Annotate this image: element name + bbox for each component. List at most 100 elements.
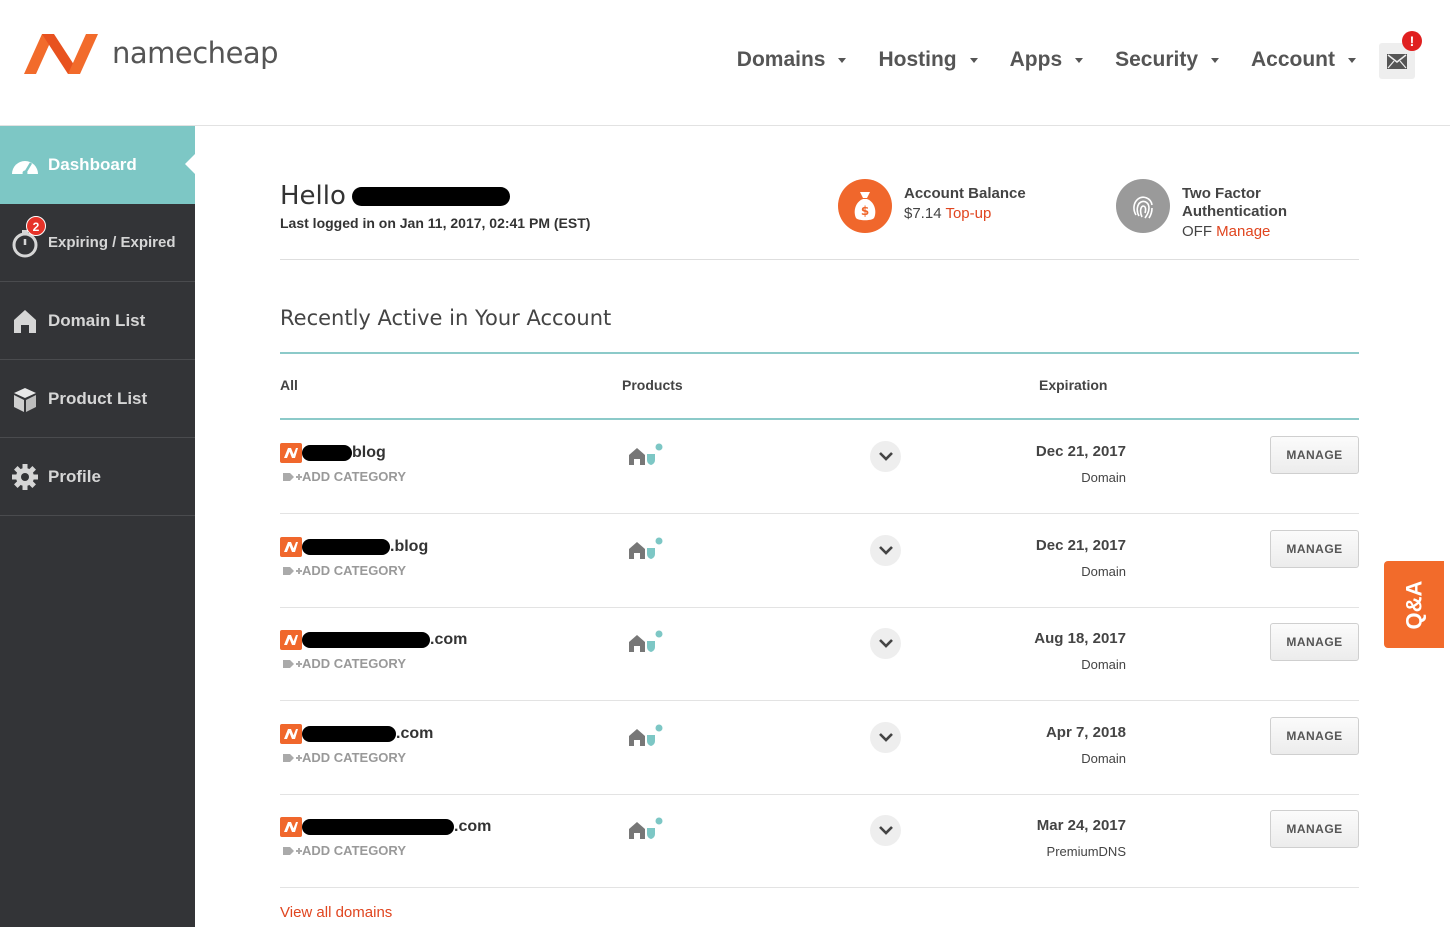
- product-type: Domain: [1081, 751, 1126, 766]
- sidebar-item-label: Dashboard: [48, 155, 137, 174]
- redacted-domain: [302, 445, 352, 461]
- chevron-down-icon: [838, 57, 847, 63]
- top-header: namecheap Domains Hosting Apps Security …: [0, 0, 1450, 126]
- namecheap-domain-icon: [280, 817, 302, 837]
- expand-row-button[interactable]: [870, 441, 901, 472]
- domain-name[interactable]: .blog: [302, 537, 428, 557]
- expand-row-button[interactable]: [870, 815, 901, 846]
- tag-plus-icon: [283, 659, 302, 668]
- greeting-text: Hello: [280, 181, 346, 211]
- top-up-link[interactable]: Top-up: [945, 205, 991, 222]
- domain-suffix: .blog: [390, 538, 429, 555]
- divider: [280, 259, 1359, 260]
- expand-row-button[interactable]: [870, 535, 901, 566]
- manage-button[interactable]: MANAGE: [1270, 436, 1359, 474]
- table-row: .com ADD CATEGORY Mar 24, 2017 PremiumDNS MA…: [280, 794, 1359, 888]
- table-row: .blog ADD CATEGORY Dec 21, 2017 Domain MANAG…: [280, 514, 1359, 608]
- manage-button[interactable]: MANAGE: [1270, 810, 1359, 848]
- manage-button[interactable]: MANAGE: [1270, 530, 1359, 568]
- expand-row-button[interactable]: [870, 722, 901, 753]
- domain-name[interactable]: .com: [302, 817, 491, 837]
- sidebar-item-label: Expiring / Expired: [48, 234, 176, 251]
- logo-wordmark: namecheap: [112, 36, 279, 70]
- add-category-link[interactable]: ADD CATEGORY: [282, 843, 406, 858]
- mail-icon: [1387, 53, 1407, 69]
- sidebar-item-profile[interactable]: Profile: [0, 438, 195, 516]
- expiring-count-badge: 2: [26, 216, 46, 236]
- table-row: .com ADD CATEGORY Aug 18, 2017 Domain MANAGE: [280, 607, 1359, 701]
- column-expiration[interactable]: Expiration: [1039, 377, 1107, 393]
- add-category-label: ADD CATEGORY: [302, 469, 406, 484]
- expiration-date: Mar 24, 2017: [1036, 817, 1126, 834]
- add-category-label: ADD CATEGORY: [302, 843, 406, 858]
- nav-account[interactable]: Account: [1251, 48, 1356, 72]
- chevron-down-icon: [969, 57, 978, 63]
- section-underline: [280, 352, 1359, 354]
- nav-apps-label: Apps: [1009, 48, 1063, 71]
- chevron-down-icon: [1211, 57, 1219, 63]
- table-row: .com ADD CATEGORY Apr 7, 2018 Domain MANAGE: [280, 701, 1359, 795]
- nav-security[interactable]: Security: [1115, 48, 1219, 72]
- manage-button[interactable]: MANAGE: [1270, 623, 1359, 661]
- domain-name[interactable]: .com: [302, 724, 433, 744]
- expiration-date: Apr 7, 2018: [1045, 724, 1126, 741]
- namecheap-domain-icon: [280, 537, 302, 557]
- two-factor-title-line2: Authentication: [1182, 203, 1287, 220]
- qa-tab-label: Q&A: [1400, 580, 1426, 629]
- redacted-domain: [302, 539, 390, 555]
- redacted-domain: [302, 819, 454, 835]
- sidebar-item-product-list[interactable]: Product List: [0, 360, 195, 438]
- tag-plus-icon: [283, 846, 302, 855]
- nav-hosting[interactable]: Hosting: [878, 48, 978, 72]
- column-products[interactable]: Products: [622, 377, 683, 393]
- add-category-link[interactable]: ADD CATEGORY: [282, 656, 406, 671]
- chevron-down-icon: [878, 452, 893, 461]
- domain-suffix: blog: [352, 444, 386, 461]
- balance-title: Account Balance: [904, 185, 1026, 202]
- speedometer-icon: [10, 150, 40, 180]
- balance-amount: $7.14: [904, 205, 942, 222]
- namecheap-logo[interactable]: namecheap: [22, 30, 279, 76]
- namecheap-logo-icon: [24, 34, 98, 74]
- domain-suffix: .com: [454, 818, 492, 835]
- sidebar-item-dashboard[interactable]: Dashboard: [0, 126, 196, 204]
- chevron-down-icon: [878, 546, 893, 555]
- nav-domains[interactable]: Domains: [737, 48, 847, 72]
- add-category-link[interactable]: ADD CATEGORY: [282, 563, 406, 578]
- expand-row-button[interactable]: [870, 628, 901, 659]
- sidebar-item-label: Domain List: [48, 310, 146, 330]
- nav-apps[interactable]: Apps: [1010, 48, 1084, 72]
- column-all[interactable]: All: [280, 377, 298, 393]
- namecheap-domain-icon: [280, 443, 302, 463]
- sidebar-item-label: Product List: [48, 388, 148, 408]
- expiration-date: Dec 21, 2017: [1035, 537, 1126, 554]
- two-factor-widget: Two Factor Authentication OFF Manage: [1116, 179, 1287, 243]
- two-factor-manage-link[interactable]: Manage: [1216, 223, 1270, 240]
- domain-suffix: .com: [396, 725, 434, 742]
- view-all-domains-link[interactable]: View all domains: [280, 904, 392, 921]
- box-icon: [10, 384, 40, 414]
- redacted-domain: [302, 726, 396, 742]
- domain-name[interactable]: blog: [302, 443, 386, 463]
- tag-plus-icon: [283, 472, 302, 481]
- expiration-date: Aug 18, 2017: [1034, 630, 1126, 647]
- products-icon: [628, 443, 664, 472]
- house-icon: [10, 306, 40, 336]
- money-bag-icon: $: [838, 179, 892, 233]
- sidebar-item-domain-list[interactable]: Domain List: [0, 282, 195, 360]
- account-balance-widget: $ Account Balance $7.14 Top-up: [838, 179, 1026, 233]
- qa-tab[interactable]: Q&A: [1384, 561, 1444, 648]
- products-icon: [628, 630, 664, 659]
- redacted-username: [351, 186, 510, 206]
- sidebar-item-expiring[interactable]: 2 Expiring / Expired: [0, 204, 195, 282]
- expiration-date: Dec 21, 2017: [1035, 443, 1126, 460]
- manage-button[interactable]: MANAGE: [1270, 717, 1359, 755]
- chevron-down-icon: [878, 826, 893, 835]
- product-type: Domain: [1081, 657, 1126, 672]
- domain-suffix: .com: [430, 631, 468, 648]
- chevron-down-icon: [1348, 57, 1356, 63]
- fingerprint-icon: [1116, 179, 1170, 233]
- domain-name[interactable]: .com: [302, 630, 467, 650]
- add-category-link[interactable]: ADD CATEGORY: [282, 750, 406, 765]
- add-category-link[interactable]: ADD CATEGORY: [282, 469, 406, 484]
